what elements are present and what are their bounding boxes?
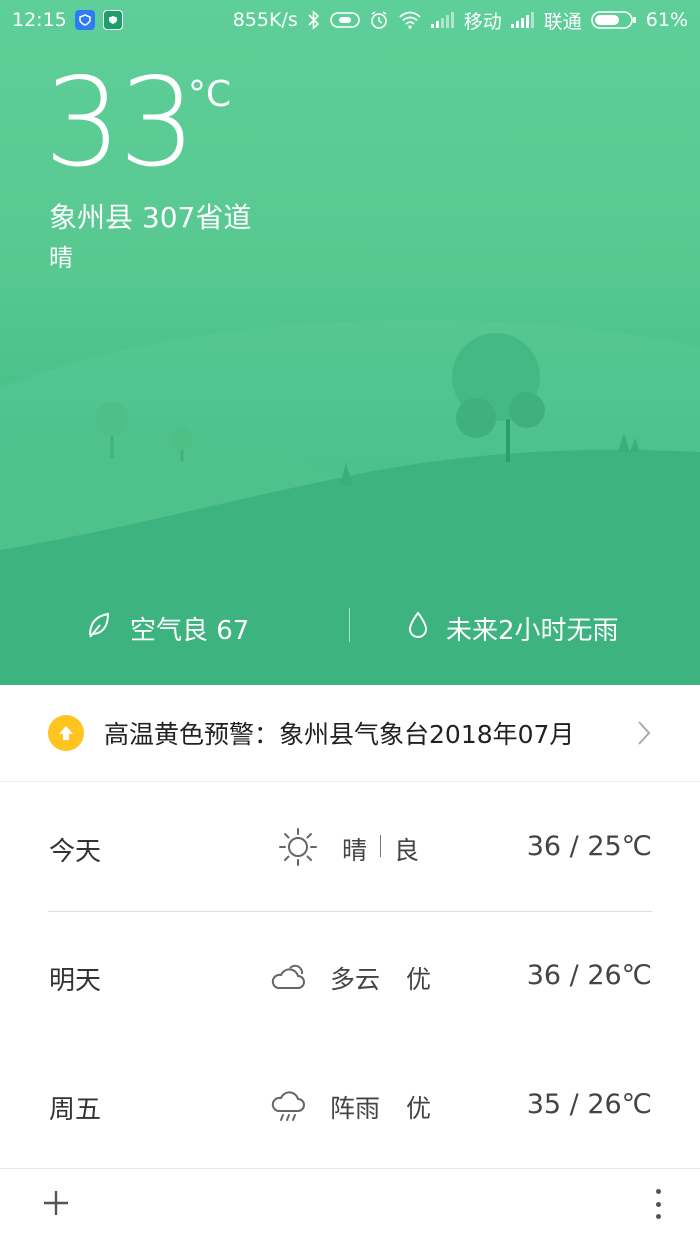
security-app-icon bbox=[102, 10, 123, 30]
battery-icon bbox=[590, 10, 637, 30]
rain-label: 未来2小时无雨 bbox=[446, 616, 619, 646]
arrow-up-icon bbox=[48, 715, 84, 751]
add-city-button[interactable] bbox=[40, 1187, 72, 1219]
forecast-quality: 良 bbox=[394, 836, 420, 865]
divider bbox=[380, 835, 381, 857]
shield-app-icon bbox=[74, 10, 95, 30]
rain-forecast[interactable]: 未来2小时无雨 bbox=[406, 610, 619, 647]
forecast-quality: 优 bbox=[406, 1094, 432, 1123]
leaf-icon bbox=[86, 611, 112, 646]
alarm-icon bbox=[369, 10, 389, 30]
forecast-desc: 晴 bbox=[342, 836, 368, 865]
network-speed: 855K/s bbox=[232, 9, 298, 31]
hd-icon bbox=[329, 11, 360, 29]
aqi-label: 空气良 67 bbox=[130, 616, 250, 646]
cloudy-icon bbox=[271, 964, 305, 989]
signal-icon bbox=[430, 12, 455, 28]
dot bbox=[655, 1189, 661, 1194]
bluetooth-icon bbox=[307, 10, 321, 30]
forecast-temp: 35 / 26℃ bbox=[526, 1089, 652, 1120]
forecast-temp: 36 / 26℃ bbox=[526, 960, 652, 991]
raindrop-icon bbox=[406, 611, 430, 646]
forecast-day: 周五 bbox=[49, 1095, 102, 1125]
info-row: 空气良 67 未来2小时无雨 bbox=[0, 600, 700, 652]
location-name[interactable]: 象州县 307省道 bbox=[49, 196, 251, 236]
sun-icon bbox=[279, 828, 317, 866]
alert-text: 高温黄色预警：象州县气象台2018年07月 bbox=[104, 720, 575, 749]
carrier-2: 联通 bbox=[543, 10, 582, 33]
forecast-desc: 多云 bbox=[330, 965, 381, 994]
current-condition: 晴 bbox=[49, 244, 73, 272]
current-temperature: 33 bbox=[44, 52, 196, 194]
forecast-list: 今天 晴 良 36 / 25℃ 明天 多云 优 36 / 26℃ 周五 阵雨 优… bbox=[0, 783, 700, 1170]
carrier-1: 移动 bbox=[463, 10, 502, 33]
dot bbox=[655, 1201, 661, 1207]
divider bbox=[349, 608, 350, 642]
forecast-row-today[interactable]: 今天 晴 良 36 / 25℃ bbox=[0, 783, 700, 912]
forecast-row-tomorrow[interactable]: 明天 多云 优 36 / 26℃ bbox=[0, 912, 700, 1041]
status-bar: 12:15 855K/s 移动 联通 61% bbox=[0, 0, 700, 40]
temperature-unit: °C bbox=[188, 74, 232, 115]
air-quality[interactable]: 空气良 67 bbox=[86, 610, 249, 647]
bottom-bar bbox=[0, 1168, 700, 1244]
weather-alert[interactable]: 高温黄色预警：象州县气象台2018年07月 bbox=[0, 685, 700, 782]
signal-icon bbox=[510, 12, 535, 28]
dot bbox=[655, 1214, 661, 1219]
forecast-temp: 36 / 25℃ bbox=[526, 831, 652, 862]
chevron-right-icon bbox=[636, 719, 652, 747]
wifi-icon bbox=[398, 11, 422, 29]
status-time: 12:15 bbox=[12, 9, 67, 31]
forecast-day: 明天 bbox=[49, 966, 102, 996]
forecast-row-friday[interactable]: 周五 阵雨 优 35 / 26℃ bbox=[0, 1041, 700, 1170]
forecast-day: 今天 bbox=[49, 837, 102, 867]
forecast-quality: 优 bbox=[406, 965, 432, 994]
forecast-desc: 阵雨 bbox=[330, 1094, 381, 1123]
more-options-button[interactable] bbox=[646, 1187, 670, 1221]
shower-icon bbox=[271, 1091, 305, 1121]
battery-percent: 61% bbox=[645, 9, 688, 31]
